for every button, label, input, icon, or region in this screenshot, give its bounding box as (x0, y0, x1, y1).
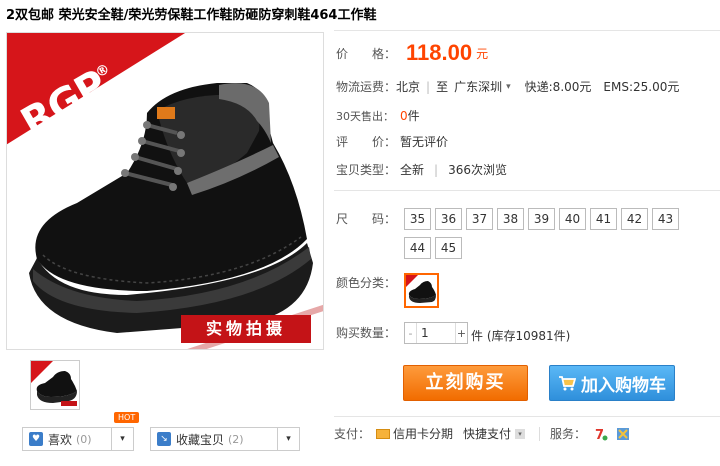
price-unit: 元 (476, 46, 489, 61)
shipping-to-label: 至 (436, 80, 449, 94)
size-row: 尺 码： (336, 210, 396, 227)
favorite-button[interactable]: ↘ 收藏宝贝 (2) ▾ (150, 427, 300, 451)
main-product-image[interactable]: RGP ® 实物拍摄 (6, 32, 324, 350)
product-title: 2双包邮 荣光安全鞋/荣光劳保鞋工作鞋防砸防穿刺鞋464工作鞋 (6, 8, 377, 23)
quick-pay-dropdown-icon[interactable]: ▾ (515, 428, 526, 439)
price-row: 价 格： 118.00 元 (336, 40, 488, 66)
size-option[interactable]: 43 (652, 208, 679, 230)
favorite-dropdown-arrow[interactable]: ▾ (277, 428, 299, 450)
color-option[interactable] (404, 273, 439, 308)
quantity-label: 购买数量： (336, 326, 397, 340)
payment-label: 支付： (334, 427, 371, 441)
heart-icon: ♥ (29, 432, 43, 446)
quantity-input[interactable]: 1 (416, 323, 456, 343)
quantity-stepper[interactable]: - 1 + (404, 322, 468, 344)
express-fee: 快递:8.00元 (524, 80, 592, 94)
credit-card-icon (376, 428, 391, 439)
size-option[interactable]: 35 (404, 208, 431, 230)
photo-tag: 实物拍摄 (181, 315, 311, 343)
price-value: 118.00 (406, 40, 473, 65)
product-thumbnail[interactable] (30, 360, 80, 410)
favorite-icon: ↘ (157, 432, 171, 446)
size-option[interactable]: 44 (404, 237, 431, 259)
service-guarantee-icon[interactable] (616, 427, 630, 441)
shipping-row: 物流运费： 北京 | 至 广东深圳 ▾ 快递:8.00元 EMS:25.00元 (336, 78, 680, 95)
review-value: 暂无评价 (400, 135, 449, 149)
size-option[interactable]: 45 (435, 237, 462, 259)
sales-row: 30天售出： 0 件 (336, 107, 420, 124)
cart-icon (559, 376, 576, 391)
color-label: 颜色分类： (336, 276, 397, 290)
ems-fee: EMS:25.00元 (603, 80, 680, 94)
stock-info: 件 (库存10981件) (471, 327, 570, 344)
sales-unit: 件 (407, 109, 420, 123)
quick-pay-link[interactable]: 快捷支付 (463, 425, 511, 442)
divider-top (334, 30, 720, 31)
favorite-count: (2) (228, 432, 244, 446)
destination-dropdown-icon[interactable]: ▾ (506, 82, 511, 92)
sales-label: 30天售出： (336, 109, 394, 123)
shipping-from: 北京 (396, 80, 421, 94)
size-option[interactable]: 39 (528, 208, 555, 230)
review-label: 评 价： (336, 135, 397, 149)
size-option[interactable]: 42 (621, 208, 648, 230)
like-label: 喜欢 (48, 432, 73, 447)
type-label: 宝贝类型： (336, 163, 397, 177)
like-count: (0) (76, 432, 92, 446)
divider-mid (334, 190, 720, 191)
price-label: 价 格： (336, 46, 397, 61)
color-swatch-shoe-image (406, 275, 436, 303)
svg-text:7: 7 (595, 428, 604, 441)
credit-installment-link[interactable]: 信用卡分期 (393, 425, 453, 442)
buy-now-button[interactable]: 立刻购买 (403, 365, 528, 401)
add-to-cart-label: 加入购物车 (581, 375, 666, 396)
favorite-label: 收藏宝贝 (176, 432, 225, 447)
size-option[interactable]: 41 (590, 208, 617, 230)
size-option[interactable]: 38 (497, 208, 524, 230)
size-option[interactable]: 37 (466, 208, 493, 230)
sales-count: 0 (400, 108, 408, 123)
seven-day-return-icon[interactable]: 7 (594, 427, 608, 441)
like-button[interactable]: ♥ 喜欢 (0) ▾ (22, 427, 134, 451)
hot-badge: HOT (114, 412, 140, 423)
like-dropdown-arrow[interactable]: ▾ (111, 428, 133, 450)
quantity-row: 购买数量： (336, 324, 396, 341)
review-row: 评 价： 暂无评价 (336, 133, 448, 150)
size-option[interactable]: 40 (559, 208, 586, 230)
quantity-decrease-button[interactable]: - (405, 327, 416, 340)
size-label: 尺 码： (336, 212, 397, 226)
size-option[interactable]: 36 (435, 208, 462, 230)
payment-row: 支付： 信用卡分期 快捷支付 ▾ 服务： 7 (334, 425, 630, 442)
stock-text: 件 (库存10981件) (471, 329, 571, 343)
thumbnail-shoe-image (31, 361, 77, 406)
color-row: 颜色分类： (336, 274, 396, 291)
add-to-cart-button[interactable]: 加入购物车 (549, 365, 675, 401)
size-options: 35 36 37 38 39 40 41 42 43 44 45 (404, 208, 710, 266)
quantity-increase-button[interactable]: + (456, 327, 467, 340)
service-label: 服务： (550, 427, 587, 441)
shoe-illustration (29, 83, 313, 333)
shipping-destination[interactable]: 广东深圳 (454, 78, 502, 95)
type-condition: 全新 (400, 163, 425, 177)
divider-bottom (334, 416, 720, 417)
view-count: 366次浏览 (448, 163, 507, 177)
shipping-label: 物流运费： (336, 80, 397, 94)
type-row: 宝贝类型： 全新 | 366次浏览 (336, 162, 507, 178)
